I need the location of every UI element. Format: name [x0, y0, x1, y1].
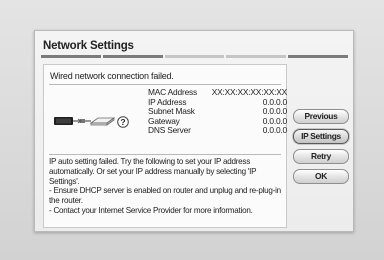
router-icon — [89, 117, 116, 126]
progress-tab-3 — [164, 55, 225, 58]
progress-tab-1 — [41, 55, 101, 58]
button-column: Previous IP Settings Retry OK — [293, 109, 349, 189]
divider — [49, 154, 281, 155]
progress-tab-2 — [102, 55, 163, 58]
help-line: - Ensure DHCP server is enabled on route… — [49, 186, 281, 206]
info-row-dns: DNS Server 0.0.0.0 — [148, 125, 287, 136]
help-line: IP auto setting failed. Try the followin… — [49, 157, 257, 186]
cable-icon — [73, 118, 91, 124]
progress-tab-4 — [226, 55, 287, 58]
retry-button[interactable]: Retry — [293, 149, 349, 164]
tv-icon — [54, 117, 73, 125]
divider — [49, 84, 281, 85]
svg-text:?: ? — [120, 117, 125, 127]
info-value: 0.0.0.0 — [262, 125, 287, 135]
network-info: MAC Address XX:XX:XX:XX:XX:XX IP Address… — [148, 87, 287, 136]
info-label: DNS Server — [148, 125, 191, 135]
connection-diagram: ? — [54, 116, 129, 128]
connection-status-text: Wired network connection failed. — [50, 71, 174, 81]
title-progress-tabs — [41, 55, 348, 58]
dialog-title: Network Settings — [43, 40, 134, 52]
network-settings-dialog: Network Settings Wired network connectio… — [34, 30, 354, 232]
ip-settings-button[interactable]: IP Settings — [293, 129, 349, 144]
help-message: IP auto setting failed. Try the followin… — [49, 157, 285, 216]
status-panel: Wired network connection failed. ? MAC A… — [43, 64, 287, 228]
question-mark-icon: ? — [117, 116, 129, 128]
help-line: - Contact your Internet Service Provider… — [49, 205, 253, 215]
previous-button[interactable]: Previous — [293, 109, 349, 124]
ok-button[interactable]: OK — [293, 169, 349, 184]
progress-tab-5 — [288, 55, 348, 58]
